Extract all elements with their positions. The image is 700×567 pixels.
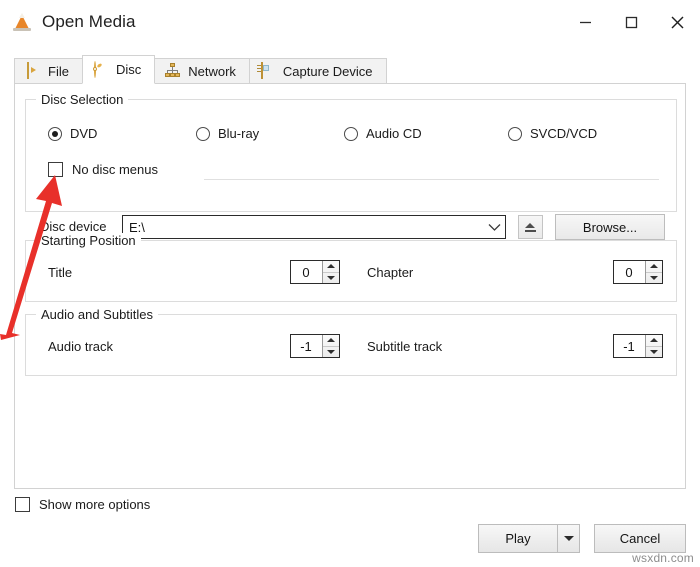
audio-track-spinner-down-icon[interactable]: [323, 347, 339, 358]
subtitle-track-spinner-down-icon[interactable]: [646, 347, 662, 358]
disc-device-label: Disc device: [40, 219, 106, 234]
disc-icon: [93, 62, 109, 78]
disc-selection-group: Disc Selection DVD Blu-ray Audio CD SVCD…: [25, 99, 677, 212]
media-source-tabs: File Disc Network Capture Device: [14, 56, 686, 84]
eject-button[interactable]: [518, 215, 543, 239]
radio-svcd-vcd[interactable]: SVCD/VCD: [508, 126, 597, 141]
radio-audio-cd-indicator: [344, 127, 358, 141]
chapter-spinner-buttons[interactable]: [645, 261, 662, 283]
disc-device-value[interactable]: E:\: [123, 220, 483, 235]
chapter-spinner-down-icon[interactable]: [646, 273, 662, 284]
radio-bluray-indicator: [196, 127, 210, 141]
subtitle-track-label: Subtitle track: [367, 339, 442, 354]
title-spinner[interactable]: 0: [290, 260, 340, 284]
tab-capture-device-label: Capture Device: [283, 64, 373, 79]
tab-file[interactable]: File: [14, 58, 83, 84]
close-icon[interactable]: [654, 0, 700, 44]
disc-device-combobox[interactable]: E:\: [122, 215, 506, 239]
disc-selection-legend: Disc Selection: [36, 92, 128, 107]
starting-position-legend: Starting Position: [36, 233, 141, 248]
subtitle-track-spinner-up-icon[interactable]: [646, 335, 662, 347]
play-button[interactable]: Play: [478, 524, 558, 553]
vlc-cone-icon: [12, 12, 32, 32]
checkbox-show-more-options[interactable]: Show more options: [15, 497, 150, 512]
watermark: wsxdn.com: [632, 551, 694, 565]
window-controls: [562, 0, 700, 44]
radio-dvd-label: DVD: [70, 126, 97, 141]
tab-capture-device[interactable]: Capture Device: [249, 58, 387, 84]
subtitle-track-spinner-buttons[interactable]: [645, 335, 662, 357]
chapter-label: Chapter: [367, 265, 413, 280]
subtitle-track-spinner[interactable]: -1: [613, 334, 663, 358]
checkbox-show-more-options-label: Show more options: [39, 497, 150, 512]
title-spinner-down-icon[interactable]: [323, 273, 339, 284]
tab-file-label: File: [48, 64, 69, 79]
radio-audio-cd-label: Audio CD: [366, 126, 422, 141]
checkbox-show-more-options-indicator: [15, 497, 30, 512]
network-icon: [165, 63, 181, 79]
title-label: Title: [48, 265, 72, 280]
cancel-button[interactable]: Cancel: [594, 524, 686, 553]
radio-svcd-vcd-indicator: [508, 127, 522, 141]
chevron-down-icon[interactable]: [483, 223, 505, 232]
radio-svcd-vcd-label: SVCD/VCD: [530, 126, 597, 141]
title-spinner-up-icon[interactable]: [323, 261, 339, 273]
capture-device-icon: [260, 63, 276, 79]
starting-position-group: Starting Position Title 0 Chapter 0: [25, 240, 677, 302]
play-split-button: Play: [478, 524, 580, 553]
radio-bluray-label: Blu-ray: [218, 126, 259, 141]
file-icon: [25, 63, 41, 79]
audio-track-spinner-buttons[interactable]: [322, 335, 339, 357]
checkbox-no-disc-menus[interactable]: No disc menus: [48, 162, 158, 177]
divider: [204, 179, 659, 180]
disc-type-radio-group: DVD Blu-ray Audio CD SVCD/VCD: [26, 126, 676, 144]
eject-icon: [525, 222, 536, 233]
play-dropdown-button[interactable]: [558, 524, 580, 553]
title-spinner-value[interactable]: 0: [291, 261, 322, 283]
radio-bluray[interactable]: Blu-ray: [196, 126, 259, 141]
audio-and-subtitles-group: Audio and Subtitles Audio track -1 Subti…: [25, 314, 677, 376]
disc-tab-panel: Disc Selection DVD Blu-ray Audio CD SVCD…: [14, 83, 686, 489]
window-titlebar: Open Media: [0, 0, 700, 44]
dialog-buttons: Play Cancel: [478, 524, 686, 553]
audio-track-spinner-value[interactable]: -1: [291, 335, 322, 357]
caret-down-icon: [564, 536, 574, 541]
tab-disc-label: Disc: [116, 62, 141, 77]
radio-dvd-indicator: [48, 127, 62, 141]
audio-and-subtitles-legend: Audio and Subtitles: [36, 307, 158, 322]
audio-track-spinner[interactable]: -1: [290, 334, 340, 358]
tab-disc[interactable]: Disc: [82, 55, 155, 84]
tab-network[interactable]: Network: [154, 58, 250, 84]
checkbox-no-disc-menus-indicator: [48, 162, 63, 177]
chapter-spinner-up-icon[interactable]: [646, 261, 662, 273]
audio-track-label: Audio track: [48, 339, 113, 354]
window-title: Open Media: [42, 12, 136, 32]
checkbox-no-disc-menus-label: No disc menus: [72, 162, 158, 177]
chapter-spinner[interactable]: 0: [613, 260, 663, 284]
radio-dvd[interactable]: DVD: [48, 126, 97, 141]
browse-button[interactable]: Browse...: [555, 214, 665, 240]
radio-audio-cd[interactable]: Audio CD: [344, 126, 422, 141]
audio-track-spinner-up-icon[interactable]: [323, 335, 339, 347]
chapter-spinner-value[interactable]: 0: [614, 261, 645, 283]
subtitle-track-spinner-value[interactable]: -1: [614, 335, 645, 357]
minimize-icon[interactable]: [562, 0, 608, 44]
tab-network-label: Network: [188, 64, 236, 79]
maximize-icon[interactable]: [608, 0, 654, 44]
title-spinner-buttons[interactable]: [322, 261, 339, 283]
